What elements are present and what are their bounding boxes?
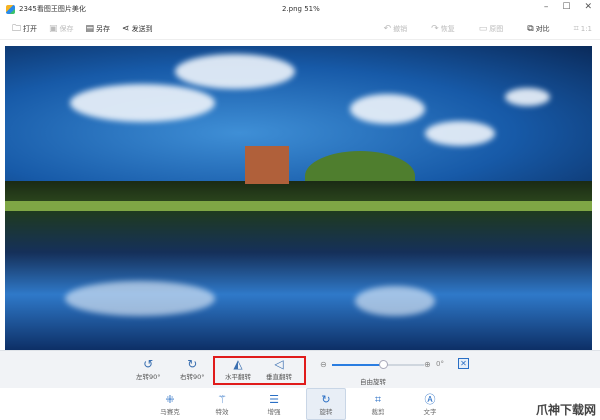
rotate-left-icon: ↺	[143, 357, 154, 371]
slider-fill	[332, 364, 383, 366]
photo-cloud-reflection	[355, 286, 435, 316]
tool-label: 文字	[423, 407, 437, 416]
plus-icon[interactable]: ⊕	[424, 360, 431, 369]
app-logo-icon	[6, 4, 15, 14]
reset-icon[interactable]: ✕	[458, 358, 469, 369]
tool-crop[interactable]: ⌗ 裁剪	[358, 388, 398, 420]
tool-label: 特效	[215, 407, 229, 416]
original-label: 原图	[489, 24, 504, 33]
save-icon: ▣	[49, 23, 58, 34]
photo-cloud	[505, 88, 550, 106]
rotate-right-icon: ↻	[187, 357, 198, 371]
crop-icon: ⌗	[374, 392, 382, 406]
minus-icon[interactable]: ⊖	[320, 360, 327, 369]
folder-icon: 🗀	[12, 23, 22, 34]
file-title: 2.png 51%	[282, 5, 320, 13]
angle-value: 0°	[436, 360, 444, 368]
flip-vertical-label: 垂直翻转	[266, 373, 292, 381]
open-label: 打开	[23, 24, 38, 33]
rotate-icon: ↻	[321, 392, 331, 406]
original-button[interactable]: ▭ 原图	[479, 24, 504, 34]
photo-sky	[5, 46, 592, 191]
photo-grass	[5, 201, 592, 211]
flip-horizontal-label: 水平翻转	[225, 373, 251, 381]
redo-label: 恢复	[440, 24, 455, 33]
text-icon: Ⓐ	[424, 392, 436, 406]
compare-label: 对比	[535, 24, 550, 33]
magic-wand-icon: ⚚	[217, 392, 227, 406]
mosaic-icon: ⁜	[165, 392, 175, 406]
watermark: 爪神下载网	[535, 403, 596, 417]
save-as-icon: ▤	[85, 23, 95, 34]
share-icon: ⋖	[122, 23, 130, 34]
photo-house	[245, 146, 289, 184]
image-icon: ▭	[478, 23, 488, 34]
tool-label: 增强	[267, 407, 281, 416]
slider-knob[interactable]	[378, 360, 388, 369]
free-rotate-label: 自由旋转	[360, 378, 386, 386]
flip-vertical-icon: ◁	[274, 357, 284, 371]
tool-mosaic[interactable]: ⁜ 马赛克	[150, 388, 190, 420]
tool-rotate[interactable]: ↻ 旋转	[306, 388, 346, 420]
save-button[interactable]: ▣ 保存	[49, 24, 74, 34]
photo-cloud	[350, 94, 425, 124]
compare-icon: ⧉	[527, 23, 534, 34]
free-rotate-slider[interactable]: ⊖ ⊕ 0°	[320, 360, 444, 370]
photo-cloud	[175, 54, 295, 89]
rotate-right-label: 右转90°	[180, 373, 205, 381]
toolbar: 🗀 打开 ▣ 保存 ▤ 另存 ⋖ 发送到 ↶ 撤销 ↷ 恢复 ▭ 原图 ⧉ 对比 ⌗ 1:1	[0, 18, 600, 40]
flip-horizontal-icon: ◭	[233, 357, 243, 371]
photo-cloud-reflection	[65, 281, 215, 316]
tool-label: 旋转	[319, 407, 333, 416]
tool-label: 裁剪	[371, 407, 385, 416]
compare-button[interactable]: ⧉ 对比	[527, 24, 549, 34]
save-as-label: 另存	[96, 24, 111, 33]
tool-text[interactable]: Ⓐ 文字	[410, 388, 450, 420]
minimize-button[interactable]: –	[544, 2, 549, 12]
redo-button[interactable]: ↷ 恢复	[431, 24, 455, 34]
tool-sliders[interactable]: ☰ 增强	[254, 388, 294, 420]
save-label: 保存	[59, 24, 74, 33]
rotate-left-label: 左转90°	[136, 373, 161, 381]
redo-icon: ↷	[431, 23, 439, 34]
tool-magic-wand[interactable]: ⚚ 特效	[202, 388, 242, 420]
rotate-left-button[interactable]: ↺ 左转90°	[136, 357, 161, 381]
photo-cloud	[425, 121, 495, 146]
flip-vertical-button[interactable]: ◁ 垂直翻转	[266, 357, 292, 381]
undo-label: 撤销	[393, 24, 408, 33]
open-button[interactable]: 🗀 打开	[12, 21, 37, 37]
sliders-icon: ☰	[269, 392, 279, 406]
close-button[interactable]: ✕	[584, 2, 592, 12]
send-to-button[interactable]: ⋖ 发送到	[122, 24, 153, 34]
rotate-right-button[interactable]: ↻ 右转90°	[180, 357, 205, 381]
image-canvas[interactable]	[5, 46, 592, 350]
tool-label: 马赛克	[160, 407, 180, 416]
flip-horizontal-button[interactable]: ◭ 水平翻转	[225, 357, 251, 381]
app-title: 2345看图王图片美化	[19, 5, 86, 13]
maximize-button[interactable]: ☐	[562, 2, 570, 12]
undo-button[interactable]: ↶ 撤销	[384, 24, 408, 34]
photo-water	[5, 211, 592, 350]
undo-icon: ↶	[383, 23, 392, 34]
actual-size-icon: ⌗	[573, 23, 579, 34]
rotate-panel: ↺ 左转90° ↻ 右转90° ◭ 水平翻转 ◁ 垂直翻转 ⊖ ⊕ 0° 自由旋转 ✕	[0, 350, 600, 388]
send-to-label: 发送到	[131, 24, 153, 33]
photo-cloud	[70, 84, 215, 122]
one-to-one-button[interactable]: ⌗ 1:1	[574, 24, 592, 34]
bottom-toolbar: ⁜ 马赛克 ⚚ 特效 ☰ 增强 ↻ 旋转 ⌗ 裁剪 Ⓐ 文字	[0, 388, 600, 420]
title-bar: 2345看图王图片美化 2.png 51% – ☐ ✕	[0, 0, 600, 18]
save-as-button[interactable]: ▤ 另存	[86, 24, 111, 34]
one-to-one-label: 1:1	[580, 24, 592, 33]
